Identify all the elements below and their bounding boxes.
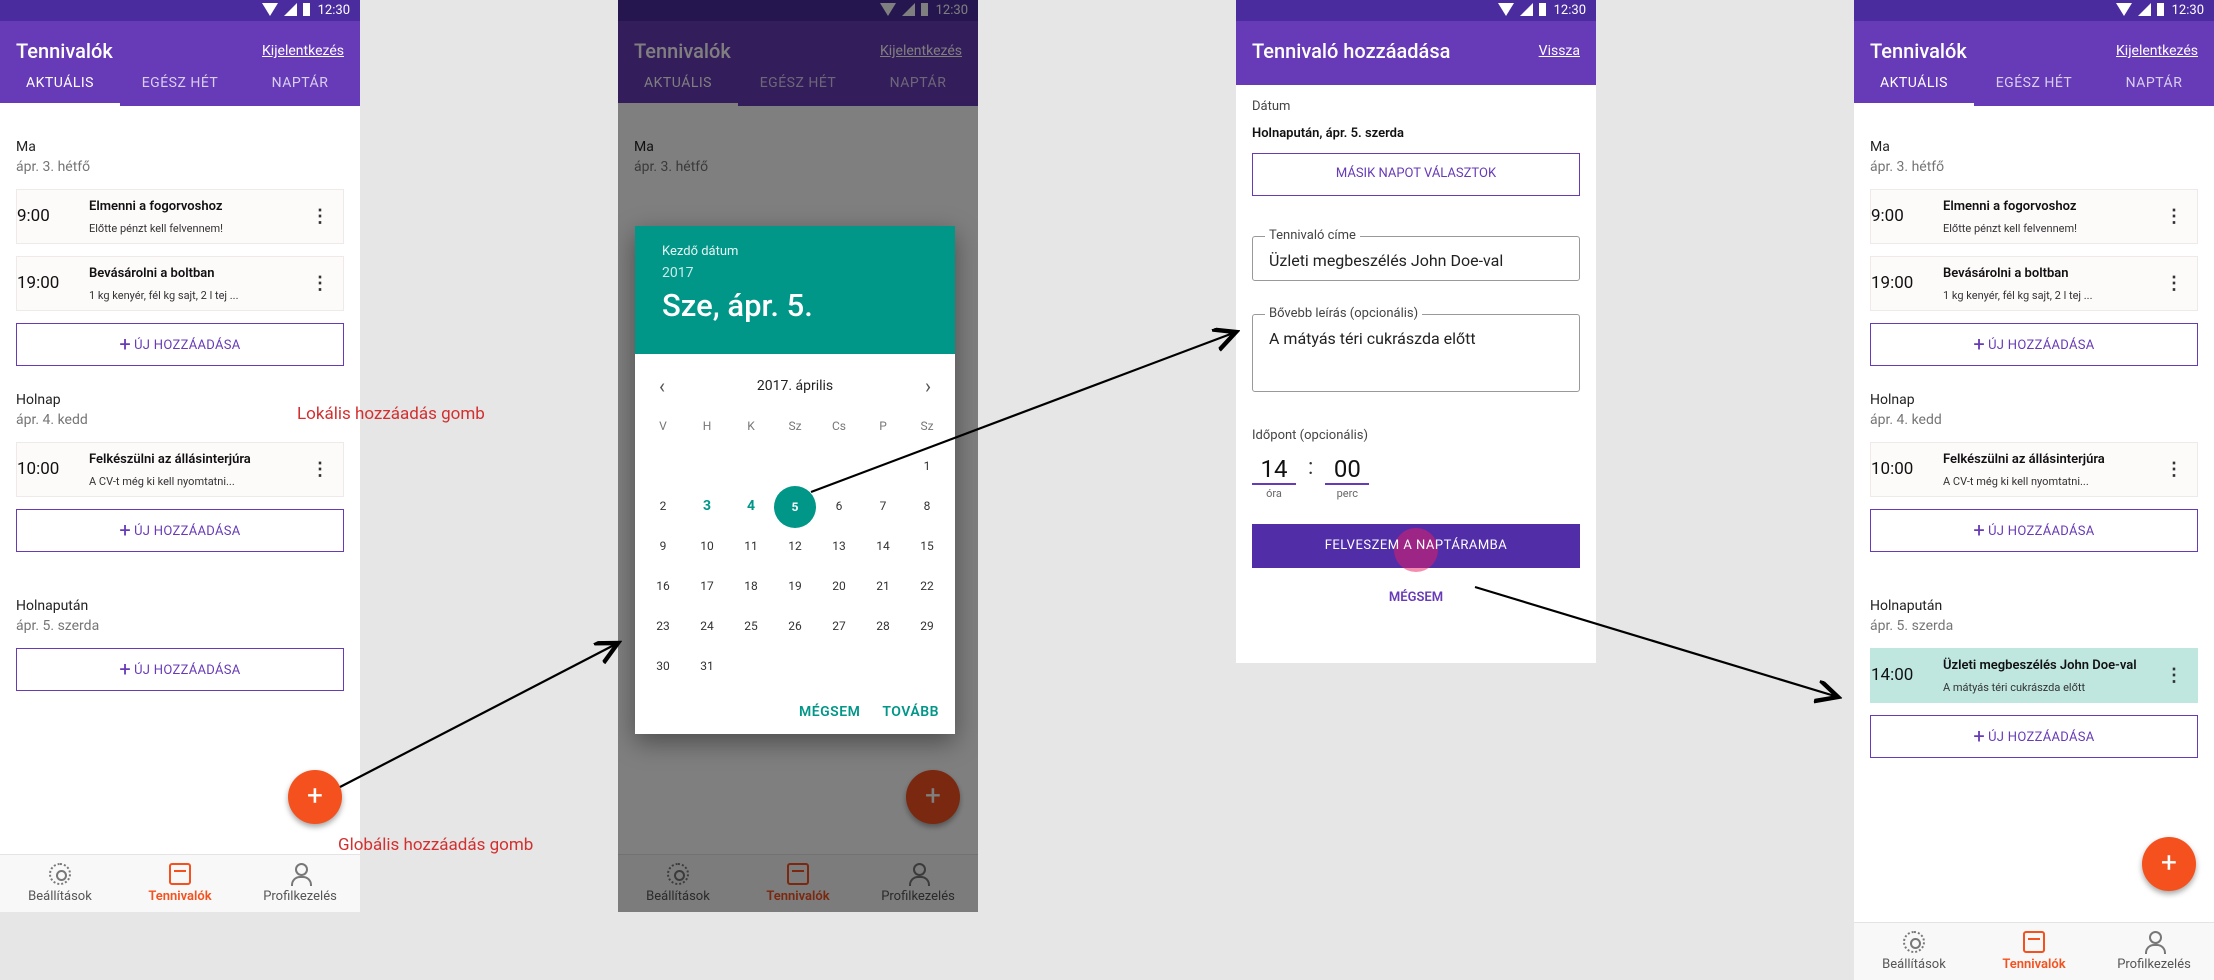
flow-arrows [339, 0, 2214, 788]
arrow-picker-to-form [810, 332, 1236, 494]
arrow-form-to-list [1474, 585, 1838, 697]
arrow-fab-to-picker [339, 643, 618, 788]
